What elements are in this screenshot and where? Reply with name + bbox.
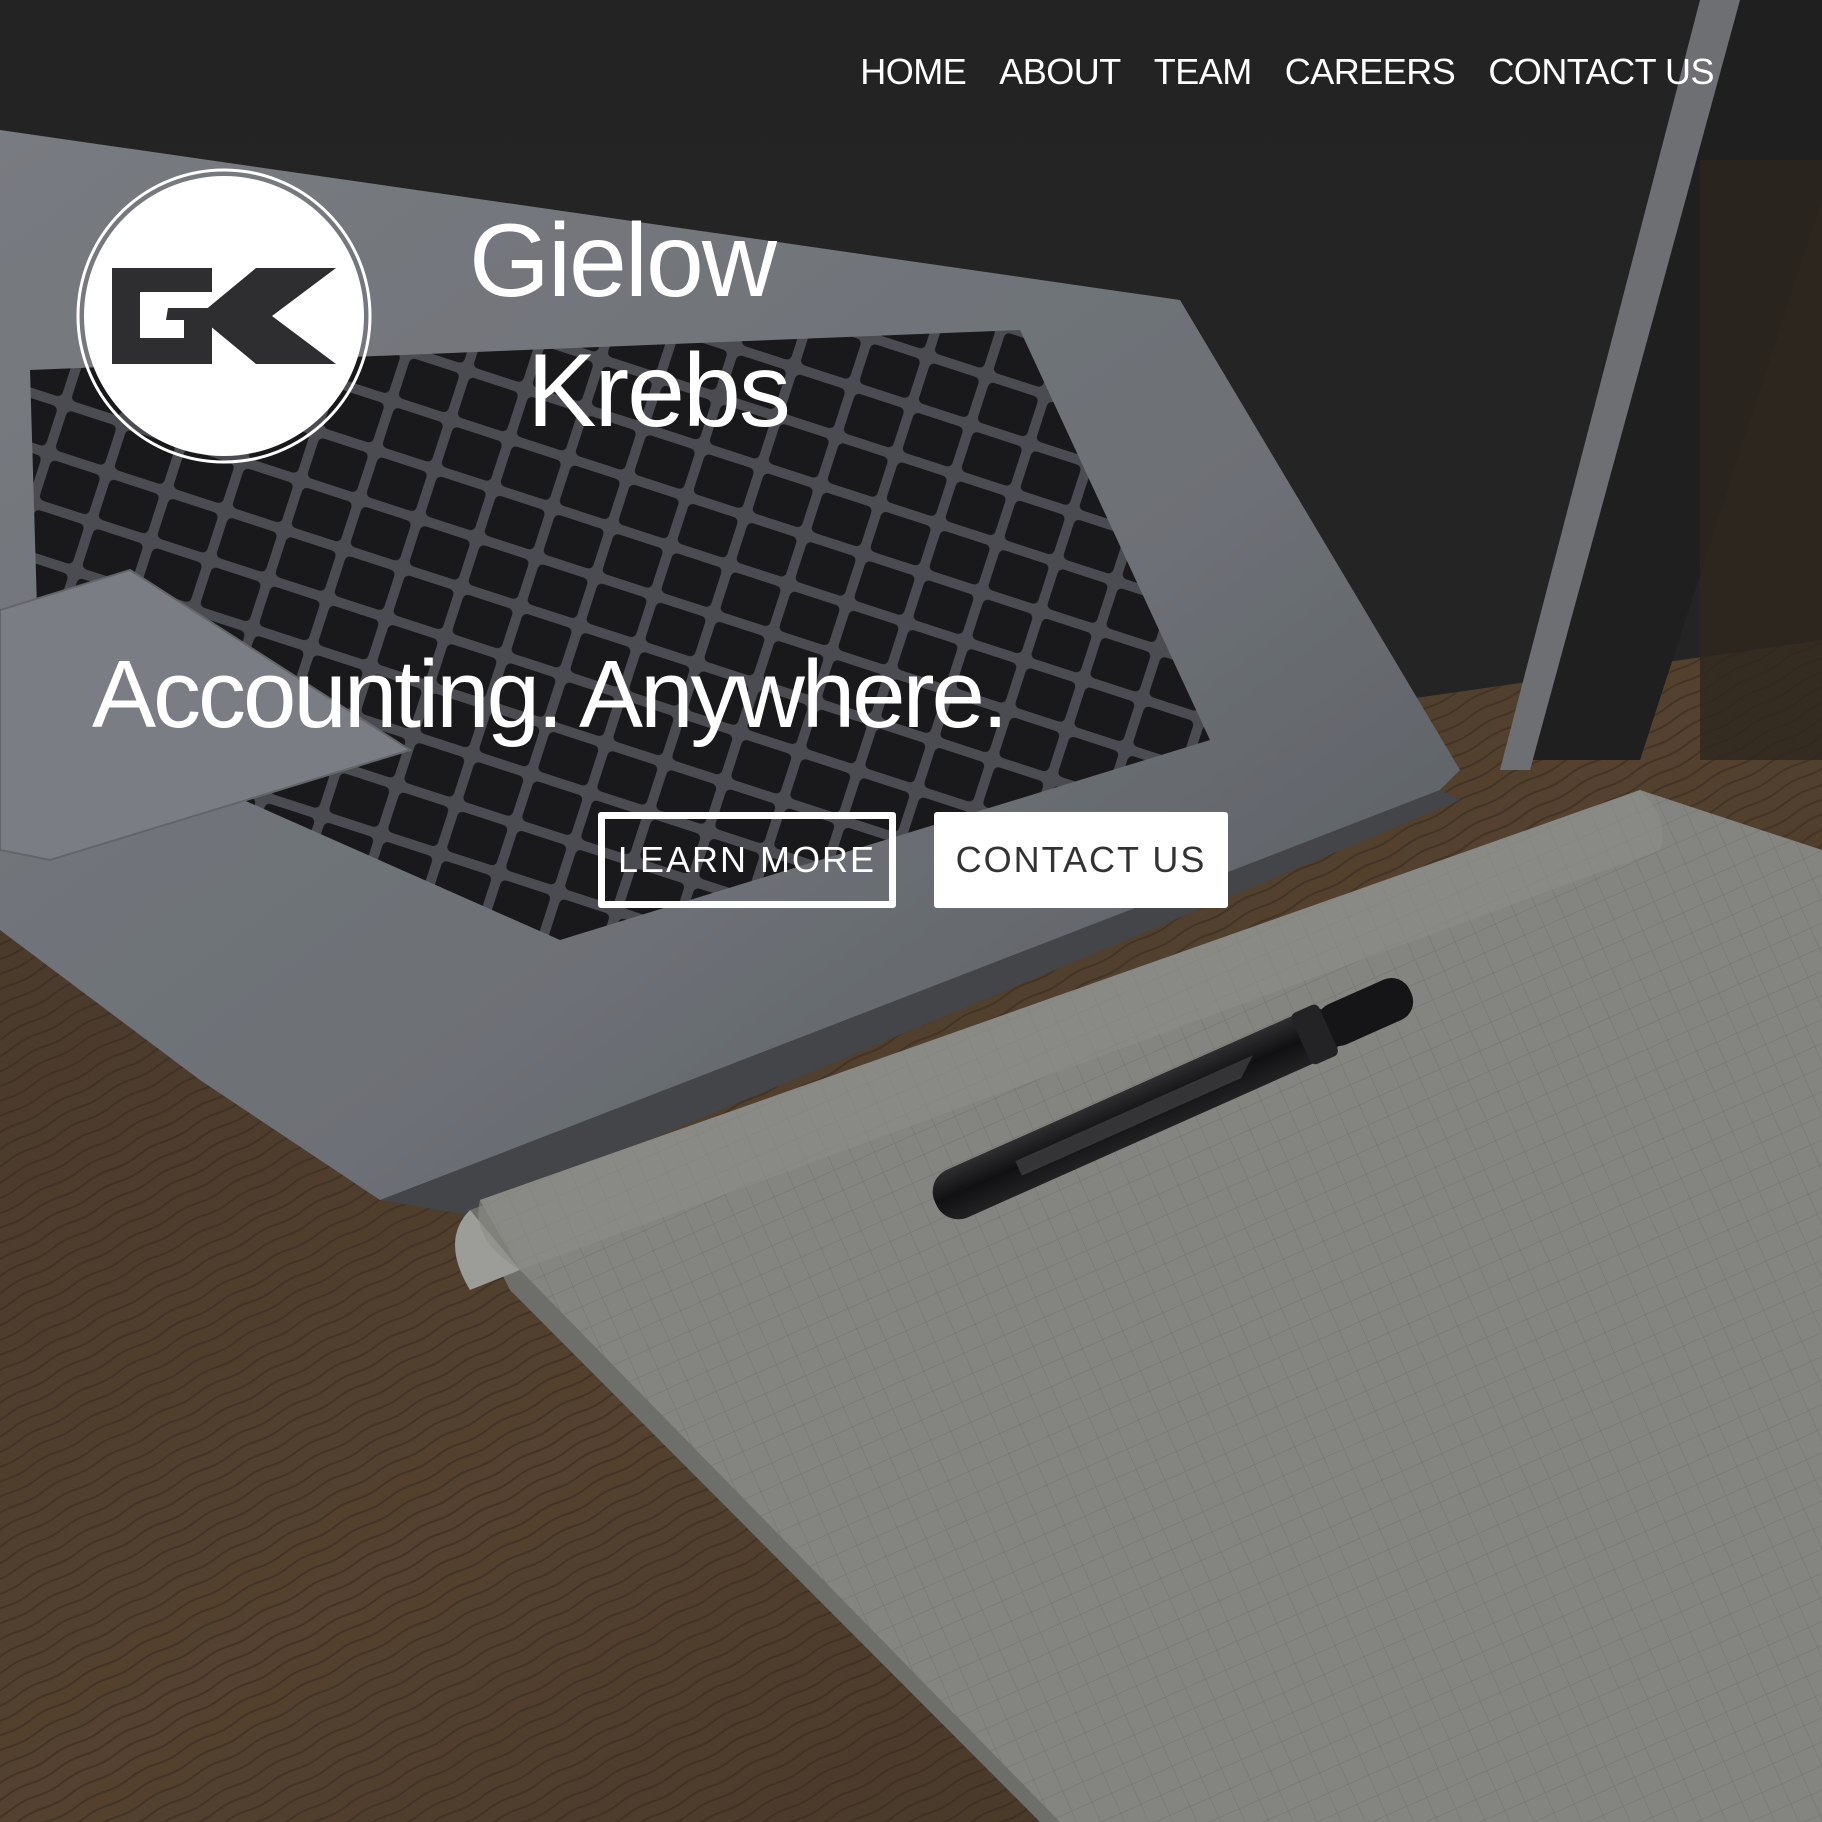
nav-team[interactable]: TEAM — [1154, 52, 1253, 92]
nav-contact-us[interactable]: CONTACT US — [1488, 52, 1714, 92]
contact-us-button[interactable]: CONTACT US — [934, 812, 1228, 908]
brand-name-line-1: Gielow — [469, 203, 777, 319]
cta-button-group: LEARN MORE CONTACT US — [598, 812, 1228, 908]
nav-about[interactable]: ABOUT — [999, 52, 1121, 92]
brand-name-line-2: Krebs — [527, 333, 791, 449]
gk-monogram-icon[interactable] — [76, 168, 372, 464]
top-nav: HOME ABOUT TEAM CAREERS CONTACT US — [860, 52, 1714, 92]
hero-headline: Accounting. Anywhere. — [92, 641, 1009, 748]
nav-home[interactable]: HOME — [860, 52, 967, 92]
brand-name[interactable]: Gielow Krebs — [412, 196, 832, 456]
landing-page: HOME ABOUT TEAM CAREERS CONTACT US Gielo… — [0, 0, 1822, 1822]
nav-careers[interactable]: CAREERS — [1285, 52, 1456, 92]
learn-more-button[interactable]: LEARN MORE — [598, 812, 896, 908]
